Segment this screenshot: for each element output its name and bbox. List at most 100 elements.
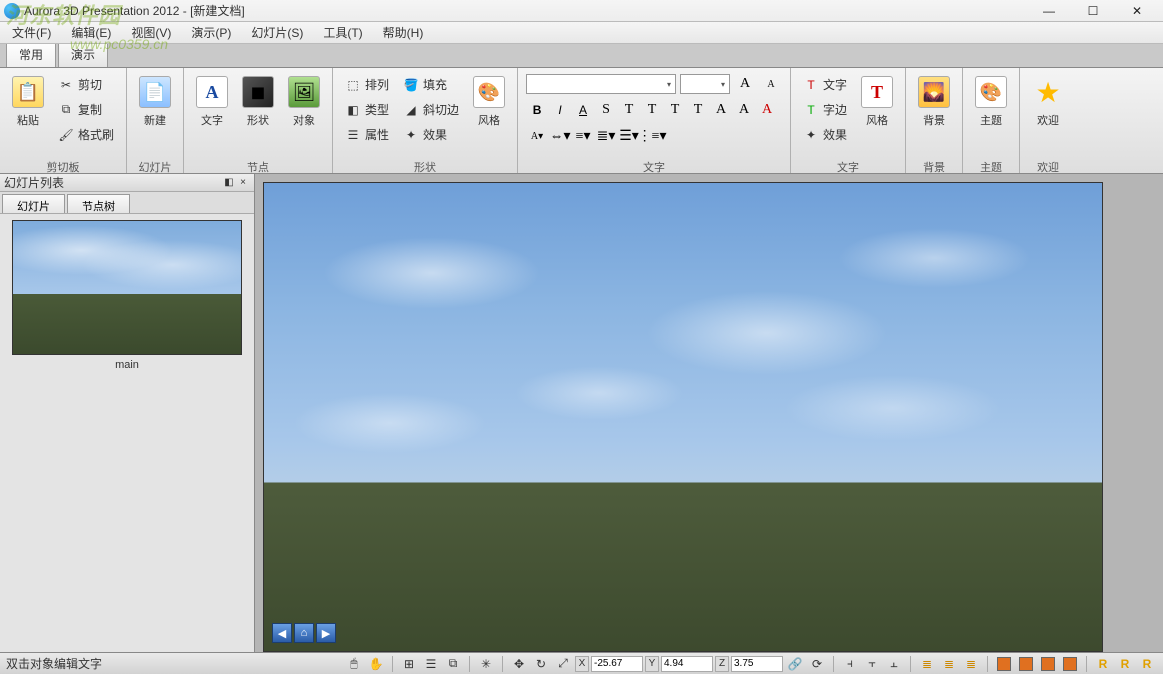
format-painter-button[interactable]: 🖌格式刷 xyxy=(54,124,118,145)
tt3-button[interactable]: T xyxy=(664,100,686,120)
type-button[interactable]: ◧类型 xyxy=(341,99,393,120)
font-color-button[interactable]: A xyxy=(756,100,778,120)
y-label: Y xyxy=(645,656,659,672)
cut-button[interactable]: ✂剪切 xyxy=(54,74,118,95)
side-tab-slides[interactable]: 幻灯片 xyxy=(2,194,65,213)
side-tab-nodetree[interactable]: 节点树 xyxy=(67,194,130,213)
small-a-button[interactable]: A▾ xyxy=(526,126,548,146)
sb-mouse-button[interactable]: 🖱 xyxy=(344,655,364,673)
shape-button[interactable]: ◼ 形状 xyxy=(236,72,280,132)
close-button[interactable]: ✕ xyxy=(1115,1,1159,21)
sb-align4-button[interactable]: ≣ xyxy=(917,655,937,673)
grow-font-button[interactable]: A xyxy=(734,74,756,94)
sb-scale-button[interactable]: ⤢ xyxy=(553,655,573,673)
menu-tools[interactable]: 工具(T) xyxy=(319,22,366,43)
group-shape-label: 形状 xyxy=(414,157,436,173)
background-button[interactable]: 🌄 背景 xyxy=(912,72,956,132)
tt4-button[interactable]: T xyxy=(687,100,709,120)
copy-button[interactable]: ⧉复制 xyxy=(54,99,118,120)
nav-right-button[interactable]: ▶ xyxy=(316,623,336,643)
tab-common[interactable]: 常用 xyxy=(6,41,56,67)
menu-view[interactable]: 视图(V) xyxy=(127,22,175,43)
textfx-text-button[interactable]: T文字 xyxy=(799,74,851,95)
textfx-effect-button[interactable]: ✦效果 xyxy=(799,124,851,145)
textfx-text-label: 文字 xyxy=(823,76,847,93)
minimize-button[interactable]: — xyxy=(1027,1,1071,21)
text-button[interactable]: A 文字 xyxy=(190,72,234,132)
y-input[interactable] xyxy=(661,656,713,672)
canvas-3d-view[interactable]: ◀ ⌂ ▶ xyxy=(263,182,1103,652)
sb-dist2-button[interactable] xyxy=(1016,655,1036,673)
sb-refresh-button[interactable]: ⟳ xyxy=(807,655,827,673)
sb-align6-button[interactable]: ≣ xyxy=(961,655,981,673)
arrange-button[interactable]: ⬚排列 xyxy=(341,74,393,95)
background-icon: 🌄 xyxy=(918,76,950,108)
fill-button[interactable]: 🪣填充 xyxy=(399,74,463,95)
sb-dist4-button[interactable] xyxy=(1060,655,1080,673)
prop-button[interactable]: ☰属性 xyxy=(341,124,393,145)
strike-button[interactable]: S xyxy=(595,100,617,120)
bullets-button[interactable]: ⋮≡▾ xyxy=(641,126,663,146)
theme-button[interactable]: 🎨 主题 xyxy=(969,72,1013,132)
textfx-style-button[interactable]: T 风格 xyxy=(855,72,899,132)
sb-align5-button[interactable]: ≣ xyxy=(939,655,959,673)
side-dock-button[interactable]: ◧ xyxy=(222,177,236,188)
type-icon: ◧ xyxy=(345,102,361,118)
menu-present[interactable]: 演示(P) xyxy=(187,22,235,43)
italic-button[interactable]: I xyxy=(549,100,571,120)
copy-icon: ⧉ xyxy=(58,102,74,118)
textfx-border-button[interactable]: T字边 xyxy=(799,99,851,120)
menu-file[interactable]: 文件(F) xyxy=(8,22,55,43)
z-input[interactable] xyxy=(731,656,783,672)
shrink-font-button[interactable]: A xyxy=(760,74,782,94)
sb-tree-button[interactable]: ⧉ xyxy=(443,655,463,673)
tt2-button[interactable]: T xyxy=(641,100,663,120)
sb-align3-button[interactable]: ⫠ xyxy=(884,655,904,673)
align-center-button[interactable]: ≣▾ xyxy=(595,126,617,146)
align-left-button[interactable]: ≡▾ xyxy=(572,126,594,146)
new-slide-button[interactable]: 📄 新建 xyxy=(133,72,177,132)
tt5-button[interactable]: A xyxy=(710,100,732,120)
sb-r1-button[interactable]: R xyxy=(1093,655,1113,673)
sb-grid-button[interactable]: ⊞ xyxy=(399,655,419,673)
menu-help[interactable]: 帮助(H) xyxy=(379,22,428,43)
menu-slide[interactable]: 幻灯片(S) xyxy=(247,22,307,43)
tab-present[interactable]: 演示 xyxy=(58,41,108,67)
slide-list[interactable]: main xyxy=(0,214,254,652)
workspace: 幻灯片列表 ◧ × 幻灯片 节点树 main ◀ ⌂ ▶ xyxy=(0,174,1163,652)
bold-button[interactable]: B xyxy=(526,100,548,120)
bevel-button[interactable]: ◢斜切边 xyxy=(399,99,463,120)
sb-r3-button[interactable]: R xyxy=(1137,655,1157,673)
tt6-button[interactable]: A xyxy=(733,100,755,120)
side-title: 幻灯片列表 xyxy=(4,174,64,191)
sb-rotate-button[interactable]: ↻ xyxy=(531,655,551,673)
maximize-button[interactable]: ☐ xyxy=(1071,1,1115,21)
prop-icon: ☰ xyxy=(345,127,361,143)
welcome-button[interactable]: ★ 欢迎 xyxy=(1026,72,1070,132)
shape-effect-button[interactable]: ✦效果 xyxy=(399,124,463,145)
sb-move-button[interactable]: ✥ xyxy=(509,655,529,673)
paste-button[interactable]: 📋 粘贴 xyxy=(6,72,50,132)
sb-align2-button[interactable]: ⫟ xyxy=(862,655,882,673)
sb-axis-button[interactable]: ✳ xyxy=(476,655,496,673)
sb-link-button[interactable]: 🔗 xyxy=(785,655,805,673)
object-button[interactable]: 🖼 对象 xyxy=(282,72,326,132)
side-close-button[interactable]: × xyxy=(236,177,250,188)
sb-align1-button[interactable]: ⫞ xyxy=(840,655,860,673)
font-family-combo[interactable]: ▾ xyxy=(526,74,676,94)
font-size-combo[interactable]: ▾ xyxy=(680,74,730,94)
sb-dist3-button[interactable] xyxy=(1038,655,1058,673)
nav-home-button[interactable]: ⌂ xyxy=(294,623,314,643)
tt1-button[interactable]: T xyxy=(618,100,640,120)
sb-r2-button[interactable]: R xyxy=(1115,655,1135,673)
nav-left-button[interactable]: ◀ xyxy=(272,623,292,643)
underline-button[interactable]: A xyxy=(572,100,594,120)
menu-edit[interactable]: 编辑(E) xyxy=(67,22,115,43)
sb-hand-button[interactable]: ✋ xyxy=(366,655,386,673)
slide-thumbnail[interactable] xyxy=(12,220,242,355)
x-input[interactable] xyxy=(591,656,643,672)
sb-list-button[interactable]: ☰ xyxy=(421,655,441,673)
sb-dist1-button[interactable] xyxy=(994,655,1014,673)
shape-style-button[interactable]: 🎨 风格 xyxy=(467,72,511,132)
align-dd-button[interactable]: ⇔▾ xyxy=(549,126,571,146)
